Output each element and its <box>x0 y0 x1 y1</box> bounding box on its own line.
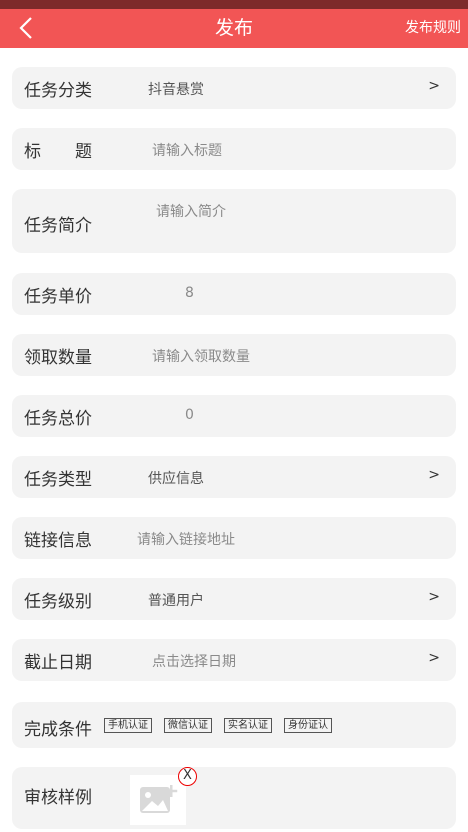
condition-idcard-verify[interactable]: 身份证认 <box>284 718 332 733</box>
image-upload-button[interactable] <box>130 775 186 825</box>
task-title-row: 标 题 请输入标题 <box>12 128 456 170</box>
close-icon[interactable]: X <box>178 767 197 786</box>
publish-rules-link[interactable]: 发布规则 <box>405 9 461 48</box>
quantity-row: 领取数量 请输入领取数量 <box>12 334 456 376</box>
task-intro-row: 任务简介 请输入简介 <box>12 189 456 253</box>
conditions-row: 完成条件 手机认证 微信认证 实名认证 身份证认 <box>12 702 456 748</box>
quantity-label: 领取数量 <box>24 348 92 368</box>
review-sample-row: 审核样例 X <box>12 767 456 829</box>
unit-price-label: 任务单价 <box>24 287 92 307</box>
condition-realname-verify[interactable]: 实名认证 <box>224 718 272 733</box>
link-info-label: 链接信息 <box>24 531 92 551</box>
total-price-label: 任务总价 <box>24 409 92 429</box>
total-price-row: 任务总价 0 <box>12 395 456 437</box>
chevron-right-icon: > <box>428 467 440 483</box>
status-bar <box>0 0 468 9</box>
task-type-value: 供应信息 <box>148 471 204 487</box>
task-type-label: 任务类型 <box>24 470 92 490</box>
add-image-icon <box>140 785 178 813</box>
task-level-label: 任务级别 <box>24 592 92 612</box>
deadline-row[interactable]: 截止日期 点击选择日期 > <box>12 639 456 681</box>
task-category-label: 任务分类 <box>24 81 92 101</box>
condition-wechat-verify[interactable]: 微信认证 <box>164 718 212 733</box>
condition-phone-verify[interactable]: 手机认证 <box>104 718 152 733</box>
task-category-value: 抖音悬赏 <box>148 82 204 98</box>
task-category-row[interactable]: 任务分类 抖音悬赏 > <box>12 67 456 109</box>
task-intro-label: 任务简介 <box>24 216 92 236</box>
task-type-row[interactable]: 任务类型 供应信息 > <box>12 456 456 498</box>
review-sample-label: 审核样例 <box>24 788 92 808</box>
conditions-label: 完成条件 <box>24 720 92 740</box>
quantity-input[interactable]: 请输入领取数量 <box>152 346 250 366</box>
unit-price-row: 任务单价 8 <box>12 273 456 315</box>
total-price-value: 0 <box>185 407 194 423</box>
header-bar: 发布 发布规则 <box>0 9 468 48</box>
task-intro-textarea[interactable]: 请输入简介 <box>156 201 226 221</box>
task-level-value: 普通用户 <box>148 593 204 609</box>
deadline-picker[interactable]: 点击选择日期 <box>152 651 236 671</box>
page-title: 发布 <box>214 17 253 39</box>
chevron-right-icon: > <box>428 589 440 605</box>
unit-price-input[interactable]: 8 <box>185 285 194 301</box>
link-input[interactable]: 请输入链接地址 <box>137 529 235 549</box>
task-level-row[interactable]: 任务级别 普通用户 > <box>12 578 456 620</box>
task-title-label: 标 题 <box>24 142 92 162</box>
task-title-input[interactable]: 请输入标题 <box>152 140 222 160</box>
chevron-right-icon: > <box>428 650 440 666</box>
chevron-right-icon: > <box>428 78 440 94</box>
link-info-row: 链接信息 请输入链接地址 <box>12 517 456 559</box>
deadline-label: 截止日期 <box>24 653 92 673</box>
